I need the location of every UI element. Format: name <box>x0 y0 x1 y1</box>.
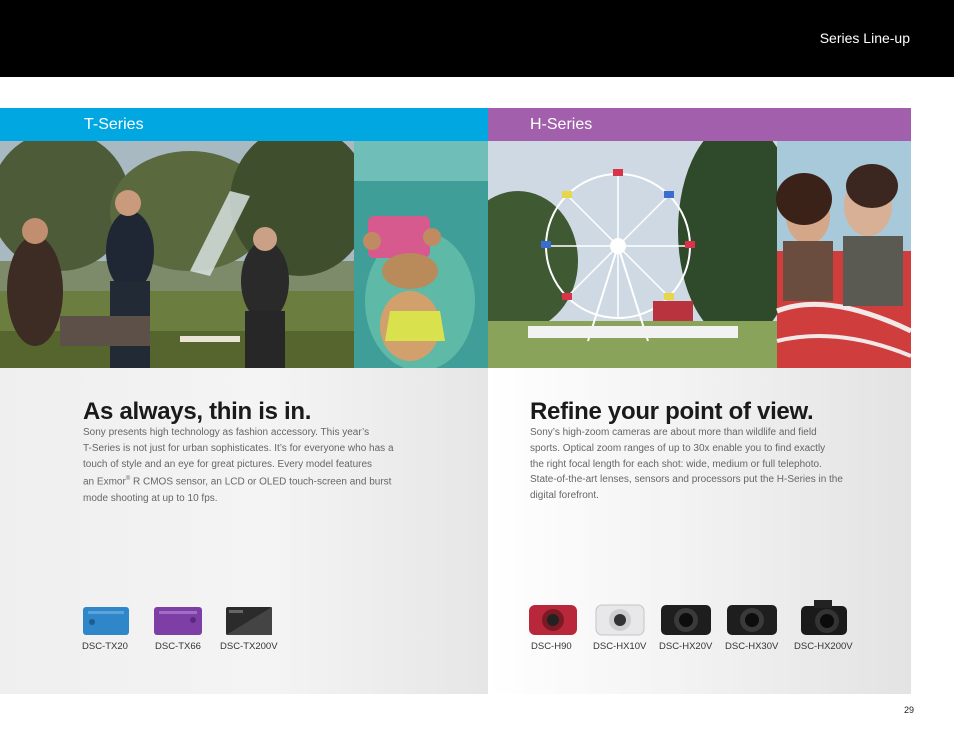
t-body-line: touch of style and an eye for great pict… <box>83 458 373 470</box>
t-series-panel: As always, thin is in. Sony presents hig… <box>0 368 488 694</box>
underwater-photo <box>354 141 488 368</box>
party-photo <box>0 141 370 368</box>
camera-dsc-hx10v <box>595 602 645 641</box>
page-number: 29 <box>903 705 914 715</box>
camera-dsc-tx66 <box>153 606 203 641</box>
model-label: DSC-HX20V <box>659 641 713 652</box>
t-series-band: T-Series <box>0 108 488 141</box>
t-body-line: an Exmor® R CMOS sensor, an LCD or OLED … <box>83 472 428 490</box>
camera-dsc-hx30v <box>726 602 778 641</box>
t-series-body: Sony presents high technology as fashion… <box>83 425 428 506</box>
h-series-column: H-Series Refine your point of view. Sony… <box>488 108 911 694</box>
model-label: DSC-HX10V <box>593 641 647 652</box>
h-body-line: digital forefront. <box>530 490 599 502</box>
t-series-photos <box>0 141 488 368</box>
t-series-headline: As always, thin is in. <box>83 398 312 425</box>
h-series-body: Sony’s high-zoom cameras are about more … <box>530 425 880 504</box>
t-body-fragment: an Exmor <box>83 476 126 488</box>
h-body-line: State-of-the-art lenses, sensors and pro… <box>530 474 843 486</box>
t-body-line: mode shooting at up to 10 fps. <box>83 492 218 504</box>
h-series-band: H-Series <box>488 108 911 141</box>
h-series-headline: Refine your point of view. <box>530 398 814 425</box>
couple-photo <box>776 141 911 368</box>
camera-dsc-hx20v <box>660 602 712 641</box>
h-body-line: the right focal length for each shot: wi… <box>530 458 822 470</box>
camera-dsc-tx20 <box>82 606 130 641</box>
h-body-line: Sony’s high-zoom cameras are about more … <box>530 427 817 438</box>
model-label: DSC-HX30V <box>725 641 779 652</box>
model-label: DSC-TX66 <box>155 641 201 652</box>
model-label: DSC-TX200V <box>220 641 278 652</box>
camera-dsc-h90 <box>528 602 578 641</box>
h-body-line: sports. Optical zoom ranges of up to 30x… <box>530 442 826 454</box>
h-series-photos <box>488 141 911 368</box>
section-title: Series Line-up <box>819 30 910 46</box>
t-body-line: T-Series is not just for urban sophistic… <box>83 442 394 454</box>
model-label: DSC-HX200V <box>794 641 853 652</box>
camera-dsc-hx200v <box>800 598 848 641</box>
t-body-fragment: R CMOS sensor, an LCD or OLED touch-scre… <box>130 476 392 488</box>
model-label: DSC-H90 <box>531 641 572 652</box>
t-body-line: Sony presents high technology as fashion… <box>83 427 370 438</box>
h-series-panel: Refine your point of view. Sony’s high-z… <box>488 368 911 694</box>
t-series-column: T-Series As always, thin is in. Sony pre… <box>0 108 488 694</box>
top-header-bar: Series Line-up <box>0 0 954 77</box>
ferris-wheel-photo <box>488 141 798 368</box>
camera-dsc-tx200v <box>225 606 273 641</box>
model-label: DSC-TX20 <box>82 641 128 652</box>
